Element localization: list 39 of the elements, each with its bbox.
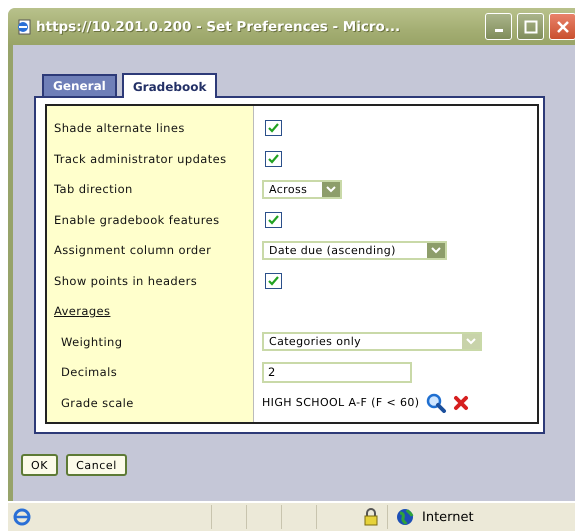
setting-label: Enable gradebook features [54,212,220,227]
dialog-button[interactable]: OK [21,454,58,476]
maximize-icon [524,20,538,34]
zone-label: Internet [422,510,474,524]
tab[interactable]: Gradebook [122,73,218,98]
dialog-button[interactable]: Cancel [66,454,127,476]
browser-icon [13,508,31,526]
dropdown[interactable]: Date due (ascending) [262,240,447,260]
input-field[interactable]: 2 [262,362,412,383]
setting-label: Averages [54,304,110,318]
search-icon[interactable] [425,392,448,413]
setting-label: Weighting [61,334,122,349]
setting-label: Shade alternate lines [54,121,185,136]
page-icon [16,18,32,34]
maximize-button[interactable] [517,13,544,40]
dropdown[interactable]: Across [262,180,342,199]
setting-label: Decimals [61,365,118,380]
close-icon [556,20,570,34]
setting-label: Grade scale [61,396,134,410]
lock-icon [363,508,379,526]
grade-scale-value: HIGH SCHOOL A-F (F < 60) [262,396,420,410]
setting-label: Assignment column order [54,243,212,258]
setting-label: Show points in headers [54,274,198,288]
setting-label: Tab direction [54,182,133,196]
tab[interactable]: General [42,74,117,96]
checkbox[interactable] [265,120,282,136]
checkbox[interactable] [265,150,282,167]
caret-icon [326,186,336,193]
checkbox[interactable] [265,212,282,228]
globe-icon [396,508,414,526]
checkbox[interactable] [265,272,282,289]
minimize-icon [494,29,502,32]
delete-icon[interactable] [453,394,470,411]
caret-icon [466,338,476,346]
close-button[interactable] [549,13,575,40]
caret-icon [431,246,441,254]
window-title: https://10.201.0.200 - Set Preferences - Micro... [36,18,400,34]
setting-label: Track administrator updates [54,152,226,166]
minimize-button[interactable] [485,13,512,40]
